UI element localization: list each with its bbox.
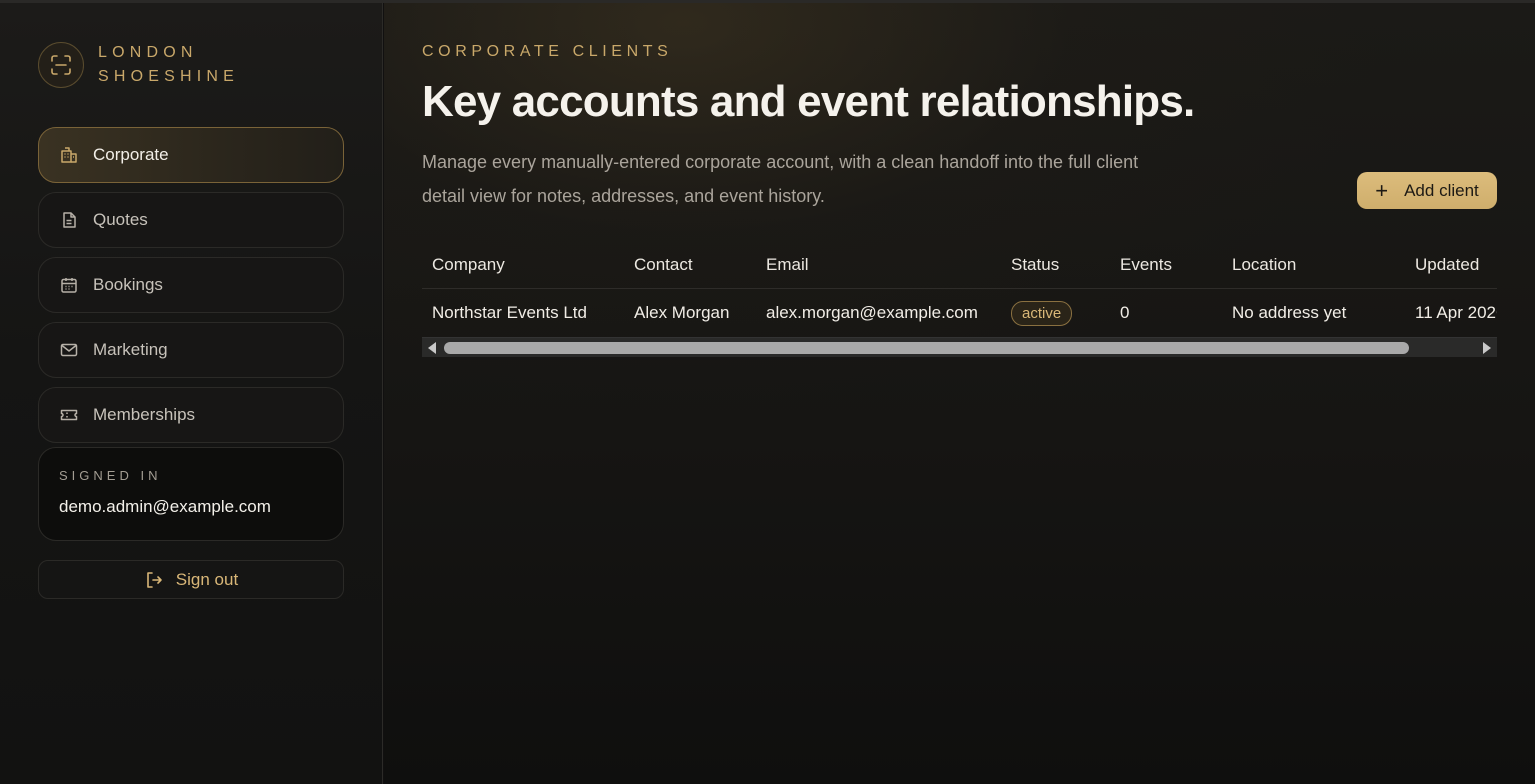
add-client-button[interactable]: + Add client (1357, 172, 1497, 209)
sidebar: LONDON SHOESHINE Corporate Quotes Bookin… (0, 3, 383, 784)
calendar-icon (59, 275, 79, 295)
scan-frame-icon (38, 42, 84, 88)
add-client-label: Add client (1404, 180, 1479, 200)
brand-line-2: SHOESHINE (98, 68, 240, 85)
column-header-location[interactable]: Location (1232, 241, 1296, 289)
main-content: CORPORATE CLIENTS Key accounts and event… (384, 3, 1535, 784)
page-description: Manage every manually-entered corporate … (422, 145, 1242, 213)
table-header: Company Contact Email Status Events Loca… (422, 241, 1497, 289)
status-badge: active (1011, 300, 1073, 326)
cell-company: Northstar Events Ltd (432, 303, 587, 322)
section-eyebrow: CORPORATE CLIENTS (422, 43, 673, 60)
sidebar-item-label: Memberships (93, 405, 196, 424)
sidebar-nav: Corporate Quotes Bookings Marketing Memb… (38, 127, 344, 452)
ticket-icon (59, 405, 79, 425)
scroll-left-arrow-icon[interactable] (428, 342, 436, 354)
sidebar-item-memberships[interactable]: Memberships (38, 387, 344, 443)
column-header-events[interactable]: Events (1120, 241, 1172, 289)
document-icon (59, 210, 79, 230)
sidebar-item-bookings[interactable]: Bookings (38, 257, 344, 313)
signed-in-label: SIGNED IN (59, 468, 162, 483)
horizontal-scrollbar[interactable] (422, 337, 1497, 357)
column-header-email[interactable]: Email (766, 241, 809, 289)
column-header-updated[interactable]: Updated (1415, 241, 1479, 289)
signed-in-card: SIGNED IN demo.admin@example.com (38, 447, 344, 541)
sidebar-item-label: Bookings (93, 275, 163, 294)
cell-events: 0 (1120, 303, 1130, 322)
scroll-right-arrow-icon[interactable] (1483, 342, 1491, 354)
sidebar-item-corporate[interactable]: Corporate (38, 127, 344, 183)
cell-location: No address yet (1232, 303, 1347, 322)
mail-icon (59, 340, 79, 360)
cell-updated: 11 Apr 2026 (1415, 303, 1497, 322)
cell-status: active (1011, 289, 1073, 337)
scrollbar-thumb[interactable] (444, 342, 1409, 354)
cell-contact: Alex Morgan (634, 303, 730, 322)
page-description-line-2: detail view for notes, addresses, and ev… (422, 186, 825, 206)
clients-table: Company Contact Email Status Events Loca… (422, 241, 1497, 359)
plus-icon: + (1375, 177, 1389, 203)
cell-email: alex.morgan@example.com (766, 303, 978, 322)
sidebar-item-label: Corporate (93, 145, 169, 164)
sidebar-item-marketing[interactable]: Marketing (38, 322, 344, 378)
page-title: Key accounts and event relationships. (422, 77, 1195, 126)
signed-in-email: demo.admin@example.com (59, 497, 271, 516)
column-header-company[interactable]: Company (432, 241, 505, 289)
column-header-contact[interactable]: Contact (634, 241, 693, 289)
sidebar-item-label: Marketing (93, 340, 168, 359)
column-header-status[interactable]: Status (1011, 241, 1059, 289)
sidebar-item-label: Quotes (93, 210, 148, 229)
sign-out-button[interactable]: Sign out (38, 560, 344, 599)
building-icon (59, 145, 79, 165)
brand-name: LONDON SHOESHINE (98, 41, 239, 89)
brand-line-1: LONDON (98, 44, 198, 61)
page-description-line-1: Manage every manually-entered corporate … (422, 152, 1139, 172)
brand[interactable]: LONDON SHOESHINE (38, 41, 239, 89)
table-row[interactable]: Northstar Events Ltd Alex Morgan alex.mo… (422, 289, 1497, 337)
sidebar-item-quotes[interactable]: Quotes (38, 192, 344, 248)
sign-out-label: Sign out (175, 569, 239, 589)
logout-icon (144, 570, 164, 590)
